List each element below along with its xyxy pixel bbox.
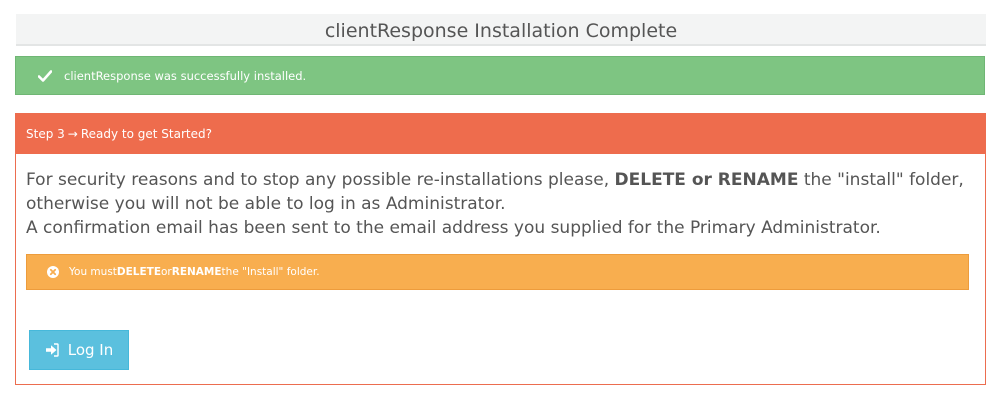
sign-in-icon (45, 343, 59, 357)
check-icon (37, 69, 53, 82)
security-text-line2: otherwise you will not be able to log in… (26, 194, 506, 214)
success-alert: clientResponse was successfully installe… (15, 56, 985, 95)
step-title: Ready to get Started? (80, 127, 212, 141)
warning-text-part: the "Install" folder. (221, 266, 320, 278)
login-button-label: Log In (67, 341, 114, 359)
warning-rename: RENAME (171, 266, 222, 278)
warning-text-part: You must (69, 266, 117, 278)
step-label: Step 3 (26, 127, 65, 141)
page-title: clientResponse Installation Complete (16, 14, 986, 46)
times-circle-icon (47, 266, 59, 278)
login-button[interactable]: Log In (29, 330, 129, 370)
panel-heading: Step 3 → Ready to get Started? (16, 114, 985, 154)
warning-alert: You must DELETE or RENAME the "Install" … (26, 254, 969, 290)
security-text-part: For security reasons and to stop any pos… (26, 170, 615, 190)
warning-text-part: or (161, 266, 172, 278)
warning-delete: DELETE (116, 266, 161, 278)
security-message: For security reasons and to stop any pos… (26, 168, 975, 240)
success-message: clientResponse was successfully installe… (64, 68, 307, 83)
delete-rename-emphasis: DELETE or RENAME (614, 170, 799, 190)
security-text-part: the "install" folder, (798, 170, 964, 190)
page: clientResponse Installation Complete cli… (0, 0, 1000, 400)
long-arrow-right-icon: → (67, 127, 78, 141)
panel-body: For security reasons and to stop any pos… (16, 154, 985, 290)
confirmation-email-text: A confirmation email has been sent to th… (26, 218, 881, 238)
step-panel: Step 3 → Ready to get Started? For secur… (15, 113, 986, 385)
